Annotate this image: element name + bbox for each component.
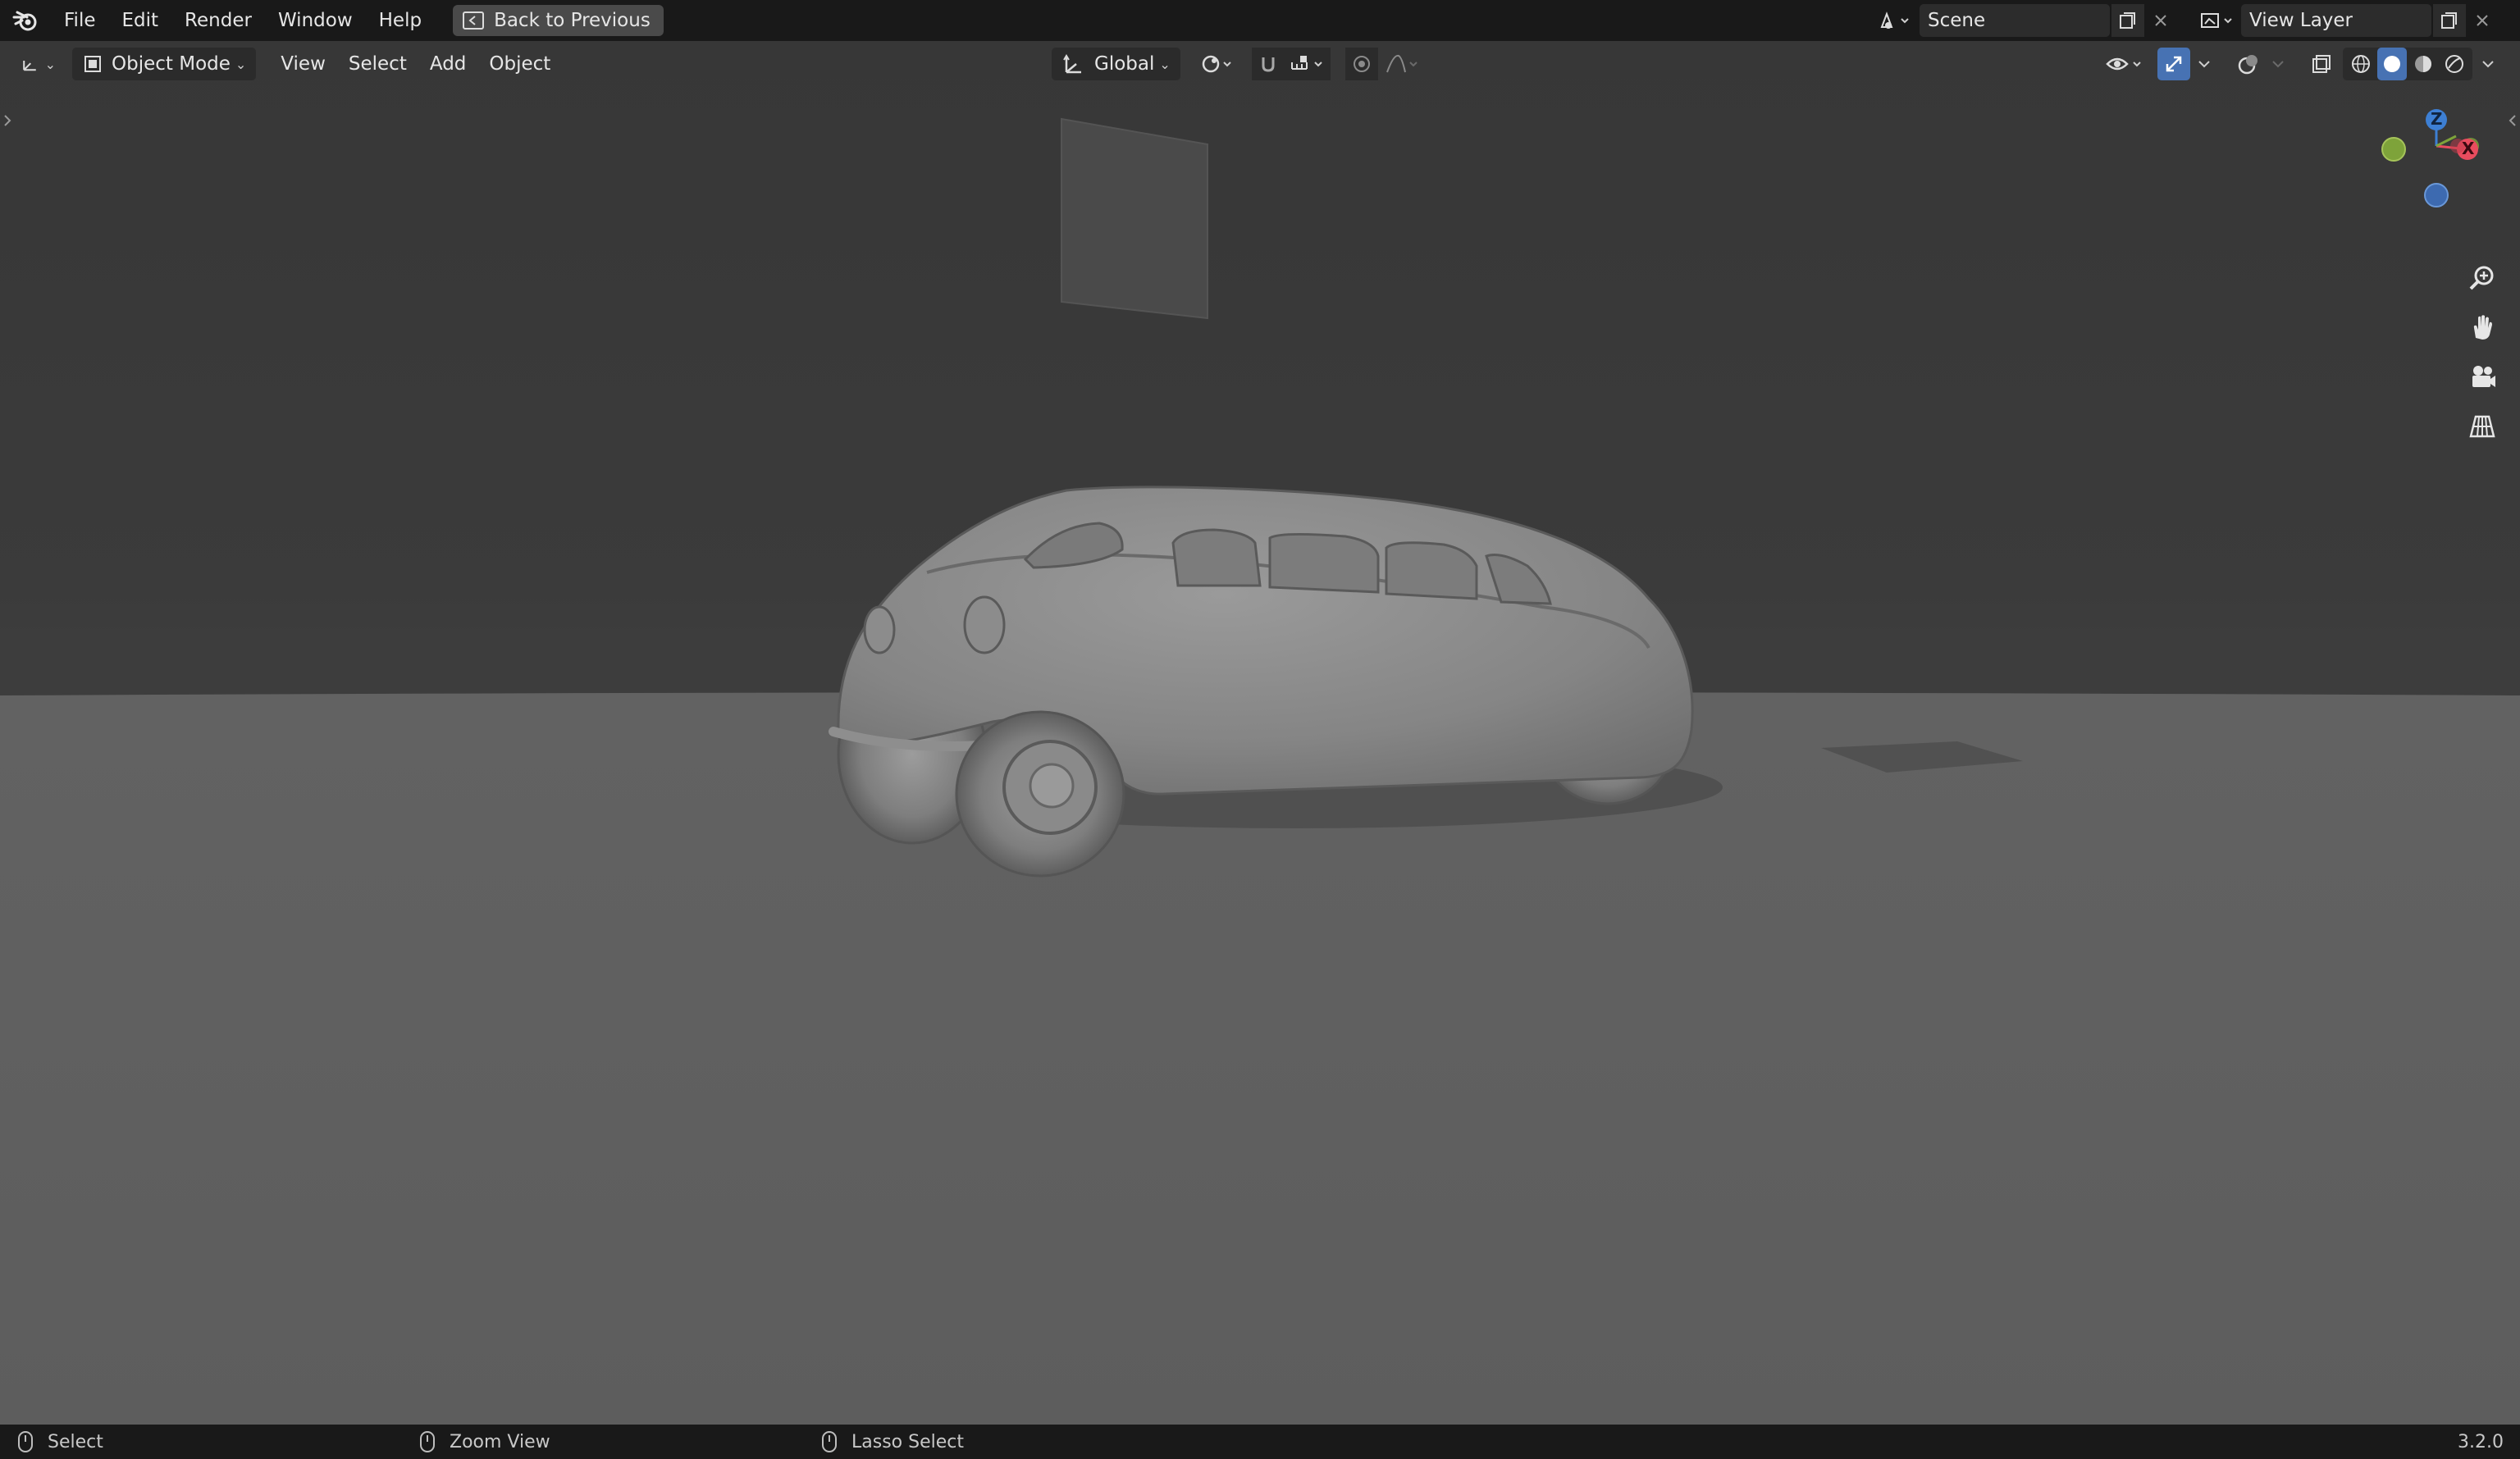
snap-target-icon[interactable] [1285, 48, 1331, 80]
mouse-right-icon [822, 1431, 837, 1452]
view-layer-icon[interactable] [2192, 4, 2241, 37]
back-button-label: Back to Previous [494, 10, 651, 31]
menu-window[interactable]: Window [265, 0, 366, 41]
viewport-header: ⌄ Object Mode ⌄ View Select Add Object G… [0, 41, 2520, 87]
gizmo-z-negative[interactable] [2424, 183, 2449, 207]
overlays-toggle-icon[interactable] [2233, 48, 2266, 80]
transform-orientation-dropdown[interactable]: Global ⌄ [1052, 48, 1180, 80]
shading-mode-group [2343, 48, 2472, 80]
menu-view[interactable]: View [271, 48, 336, 80]
camera-view-icon[interactable] [2461, 356, 2504, 399]
navigation-gizmo[interactable]: Z X [2371, 103, 2502, 218]
view-layer-name-field[interactable]: View Layer [2241, 4, 2431, 37]
pivot-point-icon[interactable] [1194, 48, 1240, 80]
mouse-middle-icon [420, 1431, 435, 1452]
car-headlight-left [863, 605, 896, 654]
car-window-1 [1171, 528, 1262, 587]
gizmo-z-label: Z [2431, 109, 2443, 129]
orientation-icon [1063, 54, 1081, 74]
status-zoom-label: Zoom View [450, 1431, 550, 1452]
solid-shading-icon[interactable] [2377, 48, 2407, 80]
new-view-layer-icon[interactable] [2433, 4, 2466, 37]
car-window-3 [1385, 541, 1478, 600]
wireframe-shading-icon[interactable] [2346, 48, 2376, 80]
chevron-down-icon: ⌄ [1159, 56, 1171, 72]
object-mode-label: Object Mode [112, 53, 231, 75]
material-preview-icon[interactable] [2408, 48, 2438, 80]
chevron-down-icon: ⌄ [235, 56, 247, 72]
status-bar: Select Zoom View Lasso Select 3.2.0 [0, 1425, 2520, 1459]
front-hub-center [1029, 763, 1075, 809]
object-mode-icon [84, 56, 101, 72]
gizmo-y-negative[interactable] [2381, 137, 2406, 162]
proportional-editing-icon[interactable] [1345, 48, 1378, 80]
scene-icon[interactable] [1870, 4, 1920, 37]
axes-icon [23, 60, 36, 71]
status-select: Select [18, 1431, 103, 1452]
gizmo-toggle-icon[interactable] [2157, 48, 2190, 80]
area-light-plane[interactable] [1061, 117, 1208, 320]
close-view-layer-icon[interactable] [2466, 4, 2499, 37]
shading-dropdown-icon[interactable] [2476, 48, 2500, 80]
overlays-dropdown-icon[interactable] [2266, 48, 2290, 80]
sidebar-expand-icon[interactable] [2507, 108, 2518, 133]
top-menu-bar: File Edit Render Window Help Back to Pre… [0, 0, 2520, 41]
perspective-grid-icon[interactable] [2461, 405, 2504, 448]
xray-toggle-icon[interactable] [2305, 48, 2338, 80]
menu-object[interactable]: Object [479, 48, 560, 80]
status-lasso-label: Lasso Select [851, 1431, 964, 1452]
view-layer-selector[interactable]: View Layer [2192, 4, 2499, 37]
blender-logo-icon[interactable] [0, 0, 51, 41]
zoom-icon[interactable] [2461, 258, 2504, 300]
pan-hand-icon[interactable] [2461, 307, 2504, 349]
back-to-previous-button[interactable]: Back to Previous [453, 5, 664, 36]
status-lasso: Lasso Select [822, 1431, 964, 1452]
orientation-label: Global [1094, 53, 1155, 75]
viewport-scene [0, 117, 2520, 1425]
menu-edit[interactable]: Edit [109, 0, 172, 41]
menu-add[interactable]: Add [420, 48, 477, 80]
car-headlight-right [963, 595, 1006, 654]
version-label: 3.2.0 [2458, 1431, 2504, 1452]
menu-help[interactable]: Help [366, 0, 435, 41]
visibility-selectability-icon[interactable] [2100, 48, 2149, 80]
toolbar-expand-icon[interactable] [2, 108, 13, 133]
menu-render[interactable]: Render [171, 0, 265, 41]
menu-file[interactable]: File [51, 0, 109, 41]
snap-toggle-icon[interactable] [1252, 48, 1285, 80]
rendered-shading-icon[interactable] [2440, 48, 2469, 80]
chevron-down-icon: ⌄ [44, 56, 56, 72]
scene-name: Scene [1928, 10, 1986, 31]
scene-name-field[interactable]: Scene [1920, 4, 2110, 37]
view-layer-name: View Layer [2249, 10, 2353, 31]
new-scene-icon[interactable] [2111, 4, 2144, 37]
status-select-label: Select [48, 1431, 103, 1452]
3d-viewport[interactable]: ⌄ Object Mode ⌄ View Select Add Object G… [0, 41, 2520, 1425]
back-icon [463, 11, 485, 30]
gizmo-x-label: X [2462, 139, 2475, 158]
status-version: 3.2.0 [2458, 1432, 2504, 1452]
falloff-icon[interactable] [1380, 48, 1426, 80]
editor-type-button[interactable]: ⌄ [11, 48, 66, 80]
scene-selector[interactable]: Scene [1870, 4, 2177, 37]
close-scene-icon[interactable] [2144, 4, 2177, 37]
car-window-2 [1268, 532, 1380, 594]
mouse-left-icon [18, 1431, 33, 1452]
object-mode-dropdown[interactable]: Object Mode ⌄ [72, 48, 257, 80]
menu-select[interactable]: Select [339, 48, 417, 80]
status-zoom: Zoom View [420, 1431, 550, 1452]
gizmo-dropdown-icon[interactable] [2192, 48, 2216, 80]
